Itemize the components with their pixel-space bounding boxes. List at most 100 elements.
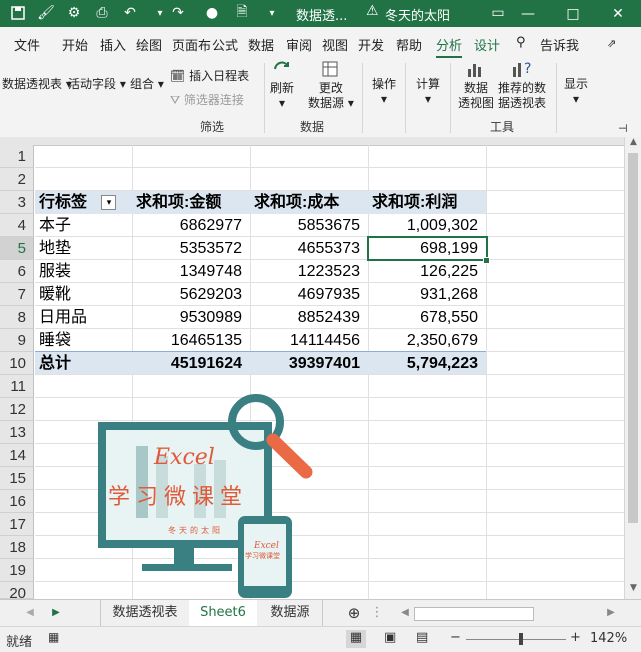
pivot-profit-cell[interactable]: 2,350,679 xyxy=(368,329,486,352)
tab-formulas[interactable]: 公式 xyxy=(212,35,238,54)
pivot-header-cost[interactable]: 求和项:成本 xyxy=(250,191,368,214)
pivot-row-label[interactable]: 日用品 xyxy=(35,306,132,329)
user-name[interactable]: 冬天的太阳 xyxy=(385,5,450,24)
refresh-button[interactable]: 刷新 ▾ xyxy=(270,59,294,111)
zoom-slider-thumb[interactable] xyxy=(519,633,523,645)
pivot-amount-cell[interactable]: 9530989 xyxy=(132,306,250,329)
save-icon[interactable] xyxy=(8,3,28,23)
change-source-button[interactable]: 更改 数据源 ▾ xyxy=(308,59,354,111)
restore-button[interactable]: □ xyxy=(550,0,596,27)
tab-insert[interactable]: 插入 xyxy=(100,35,126,54)
row-header[interactable]: 13 xyxy=(0,421,34,444)
pivot-cost-cell[interactable]: 4655373 xyxy=(250,237,368,260)
tab-data[interactable]: 数据 xyxy=(248,35,274,54)
row-header[interactable]: 12 xyxy=(0,398,34,421)
pivot-profit-cell[interactable]: 1,009,302 xyxy=(368,214,486,237)
document-icon[interactable]: 🗎 xyxy=(232,3,252,23)
pivot-row-label[interactable]: 服装 xyxy=(35,260,132,283)
row-header[interactable]: 5 xyxy=(0,237,34,260)
zoom-level[interactable]: 142% xyxy=(590,631,627,646)
row-header[interactable]: 20 xyxy=(0,582,34,602)
zoom-in-button[interactable]: + xyxy=(570,630,581,645)
horizontal-scrollbar[interactable] xyxy=(414,607,534,621)
row-header[interactable]: 11 xyxy=(0,375,34,398)
quick-access-icon[interactable]: ⚙ xyxy=(64,3,84,23)
row-header[interactable]: 1 xyxy=(0,145,34,168)
pin-ribbon-icon[interactable]: ⊣ xyxy=(618,121,628,136)
row-header[interactable]: 17 xyxy=(0,513,34,536)
sheet-tab[interactable]: 数据源 xyxy=(258,600,323,626)
pivot-row-label[interactable]: 地垫 xyxy=(35,237,132,260)
zoom-out-button[interactable]: − xyxy=(450,630,461,645)
tab-review[interactable]: 审阅 xyxy=(286,35,312,54)
pivot-row-label[interactable]: 睡袋 xyxy=(35,329,132,352)
tab-view[interactable]: 视图 xyxy=(322,35,348,54)
active-cell-selection[interactable] xyxy=(367,236,488,261)
pivot-cost-cell[interactable]: 1223523 xyxy=(250,260,368,283)
tab-split-icon[interactable]: ⋮ xyxy=(370,600,384,626)
pivot-amount-cell[interactable]: 16465135 xyxy=(132,329,250,352)
zoom-slider[interactable] xyxy=(466,639,566,640)
filter-dropdown-icon[interactable]: ▾ xyxy=(101,195,117,211)
pivot-row-label[interactable]: 本子 xyxy=(35,214,132,237)
pivot-cost-cell[interactable]: 4697935 xyxy=(250,283,368,306)
hscroll-right-icon[interactable]: ▶ xyxy=(604,600,618,626)
tab-page-layout[interactable]: 页面布 xyxy=(172,35,211,54)
prev-sheet-icon[interactable]: ◀ xyxy=(20,600,40,626)
tab-help[interactable]: 帮助 xyxy=(396,35,422,54)
pivot-cost-cell[interactable]: 8852439 xyxy=(250,306,368,329)
minimize-button[interactable]: — xyxy=(505,0,551,27)
tab-file[interactable]: 文件 xyxy=(14,35,40,54)
redo-icon[interactable]: ↷ xyxy=(168,3,188,23)
pivot-total-label[interactable]: 总计 xyxy=(35,351,132,374)
pivot-cost-cell[interactable]: 14114456 xyxy=(250,329,368,352)
row-header[interactable]: 15 xyxy=(0,467,34,490)
row-header[interactable]: 16 xyxy=(0,490,34,513)
pivot-total-cost[interactable]: 39397401 xyxy=(250,351,368,374)
pivot-profit-cell[interactable]: 931,268 xyxy=(368,283,486,306)
search-icon[interactable]: ⚲ xyxy=(516,35,526,50)
undo-dropdown-icon[interactable]: ▾ xyxy=(150,3,170,23)
pivot-table-button[interactable]: 数据透视表 ▾ xyxy=(2,77,72,92)
tell-me-input[interactable]: 告诉我 xyxy=(540,35,579,54)
group-button[interactable]: 组合 ▾ xyxy=(130,77,164,92)
macro-record-icon[interactable]: ▦ xyxy=(48,630,59,644)
page-layout-view-icon[interactable]: ▣ xyxy=(384,630,396,645)
pivot-total-profit[interactable]: 5,794,223 xyxy=(368,351,486,374)
customize-toolbar-icon[interactable]: ▾ xyxy=(262,3,282,23)
show-button[interactable]: 显示 ▾ xyxy=(564,77,588,107)
next-sheet-icon[interactable]: ▶ xyxy=(46,600,66,626)
scroll-up-icon[interactable]: ▲ xyxy=(625,137,641,151)
pivot-cost-cell[interactable]: 5853675 xyxy=(250,214,368,237)
select-all-corner[interactable] xyxy=(0,137,35,145)
pivot-total-amount[interactable]: 45191624 xyxy=(132,351,250,374)
pivot-profit-cell[interactable]: 126,225 xyxy=(368,260,486,283)
row-header[interactable]: 3 xyxy=(0,191,34,214)
row-header[interactable]: 14 xyxy=(0,444,34,467)
pivot-row-label[interactable]: 暖靴 xyxy=(35,283,132,306)
row-header[interactable]: 10 xyxy=(0,352,34,375)
actions-button[interactable]: 操作 ▾ xyxy=(372,77,396,107)
row-header[interactable]: 8 xyxy=(0,306,34,329)
share-icon[interactable]: ⇗ xyxy=(607,37,616,50)
insert-timeline-button[interactable]: 🗓 插入日程表 xyxy=(170,69,249,84)
format-painter-icon[interactable]: 🖌 xyxy=(36,3,56,23)
row-header[interactable]: 9 xyxy=(0,329,34,352)
pivot-chart-button[interactable]: 数据 透视图 xyxy=(458,59,494,111)
print-icon[interactable]: ⎙ xyxy=(92,3,112,23)
pivot-amount-cell[interactable]: 6862977 xyxy=(132,214,250,237)
undo-icon[interactable]: ↶ xyxy=(120,3,140,23)
vertical-scrollbar[interactable]: ▲ ▼ xyxy=(624,137,641,599)
row-header[interactable]: 18 xyxy=(0,536,34,559)
row-header[interactable]: 19 xyxy=(0,559,34,582)
pivot-amount-cell[interactable]: 5629203 xyxy=(132,283,250,306)
row-header[interactable]: 6 xyxy=(0,260,34,283)
normal-view-icon[interactable]: ▦ xyxy=(346,630,366,648)
sheet-tab[interactable]: 数据透视表 xyxy=(100,600,190,626)
fill-handle[interactable] xyxy=(483,257,490,264)
row-header[interactable]: 4 xyxy=(0,214,34,237)
tab-home[interactable]: 开始 xyxy=(62,35,88,54)
row-header[interactable]: 7 xyxy=(0,283,34,306)
excel-course-logo[interactable]: Excel 学习微课堂 冬天的太阳 Excel 学习微课堂 xyxy=(98,394,338,600)
pivot-header-amount[interactable]: 求和项:金额 xyxy=(132,191,250,214)
